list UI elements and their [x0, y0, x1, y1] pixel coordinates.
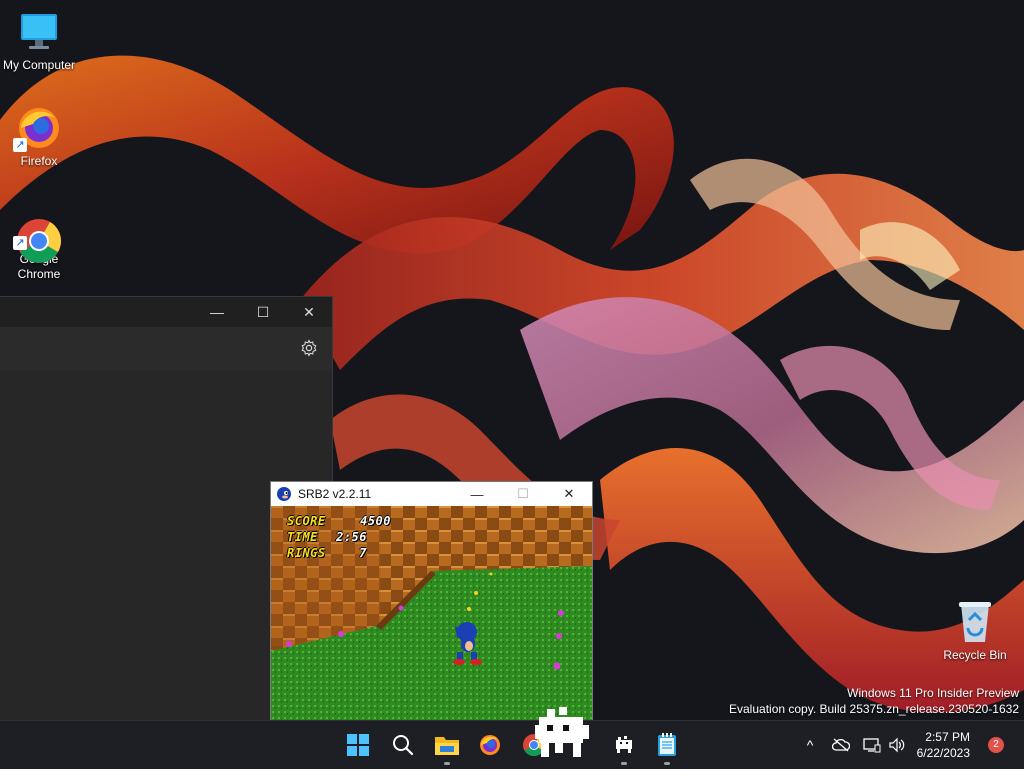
hud-score-label: SCORE: [287, 514, 326, 528]
chevron-up-icon: ^: [806, 737, 814, 753]
window-titlebar[interactable]: SRB2 v2.2.11 — ☐ ✕: [271, 482, 592, 506]
game-viewport[interactable]: SCORE 4500 TIME 2:56 RINGS 7: [271, 506, 592, 721]
firefox-icon: [480, 735, 500, 755]
maximize-button[interactable]: ☐: [240, 297, 286, 327]
desktop-icon-google-chrome[interactable]: ↗ Google Chrome: [0, 202, 78, 282]
gear-icon[interactable]: [300, 339, 318, 357]
tray-overflow-button[interactable]: ^: [796, 721, 824, 769]
tray-network[interactable]: [860, 721, 884, 769]
start-icon: [347, 734, 369, 756]
shortcut-arrow-icon: ↗: [13, 138, 27, 152]
clock-time: 2:57 PM: [925, 730, 970, 744]
taskbar-firefox[interactable]: [474, 729, 506, 761]
sonic-app-icon: [277, 487, 291, 501]
running-indicator: [444, 762, 450, 765]
window-title: SRB2 v2.2.11: [298, 487, 372, 501]
start-button[interactable]: [342, 729, 374, 761]
chrome-icon: ↗: [13, 202, 63, 263]
notepad-icon: [658, 733, 676, 756]
search-button[interactable]: [387, 729, 419, 761]
app-dog-icon: [616, 736, 632, 753]
computer-icon: [15, 8, 63, 56]
window-titlebar[interactable]: — ☐ ✕: [0, 297, 332, 327]
clock-date: 6/22/2023: [916, 746, 970, 760]
file-explorer-icon: [435, 737, 459, 755]
minimize-button[interactable]: —: [194, 297, 240, 327]
close-button[interactable]: ✕: [286, 297, 332, 327]
hud-time-value: 2:56: [336, 530, 367, 544]
tray-cloud[interactable]: [830, 721, 852, 769]
taskbar-notepad[interactable]: [651, 729, 683, 765]
watermark-line-1: Windows 11 Pro Insider Preview: [847, 686, 1019, 700]
network-icon: [863, 738, 881, 753]
srb2-mascot-icon: [535, 707, 589, 757]
speaker-icon: [889, 737, 905, 753]
desktop-icon-my-computer[interactable]: My Computer: [0, 8, 78, 73]
taskbar-clock[interactable]: 2:57 PM 6/22/2023: [917, 729, 970, 761]
taskbar-app-dog[interactable]: [608, 729, 640, 765]
search-icon: [393, 735, 414, 756]
windows-watermark: Windows 11 Pro Insider Preview Evaluatio…: [729, 685, 1019, 717]
cloud-offline-icon: [832, 738, 850, 752]
notification-badge[interactable]: 2: [988, 737, 1004, 753]
firefox-icon: ↗: [13, 104, 63, 152]
running-indicator: [664, 762, 670, 765]
watermark-line-2: Evaluation copy. Build 25375.zn_release.…: [729, 702, 1019, 716]
hud-rings-value: 7: [359, 546, 367, 560]
taskbar: ^ 2:57 PM 6/22/2023 2: [0, 707, 1024, 769]
hud-score-value: 4500: [360, 514, 391, 528]
shortcut-arrow-icon: ↗: [13, 236, 27, 250]
taskbar-file-explorer[interactable]: [431, 729, 463, 765]
desktop-icon-firefox[interactable]: ↗ Firefox: [0, 104, 78, 169]
tray-volume[interactable]: [886, 721, 908, 769]
taskbar-srb2-mascot[interactable]: [532, 705, 592, 765]
maximize-button[interactable]: ☐: [500, 482, 546, 506]
desktop-icon-label: My Computer: [2, 58, 76, 72]
recycle-bin-icon: [951, 598, 999, 646]
running-indicator: [621, 762, 627, 765]
desktop-icon-label: Recycle Bin: [943, 648, 1007, 662]
desktop-icon-recycle-bin[interactable]: Recycle Bin: [936, 598, 1014, 663]
minimize-button[interactable]: —: [454, 482, 500, 506]
close-button[interactable]: ✕: [546, 482, 592, 506]
srb2-game-window[interactable]: SRB2 v2.2.11 — ☐ ✕ SCORE 4500 TIME 2:56 …: [270, 481, 593, 722]
desktop-icon-label: Firefox: [20, 154, 58, 168]
window-toolbar: [0, 327, 332, 371]
